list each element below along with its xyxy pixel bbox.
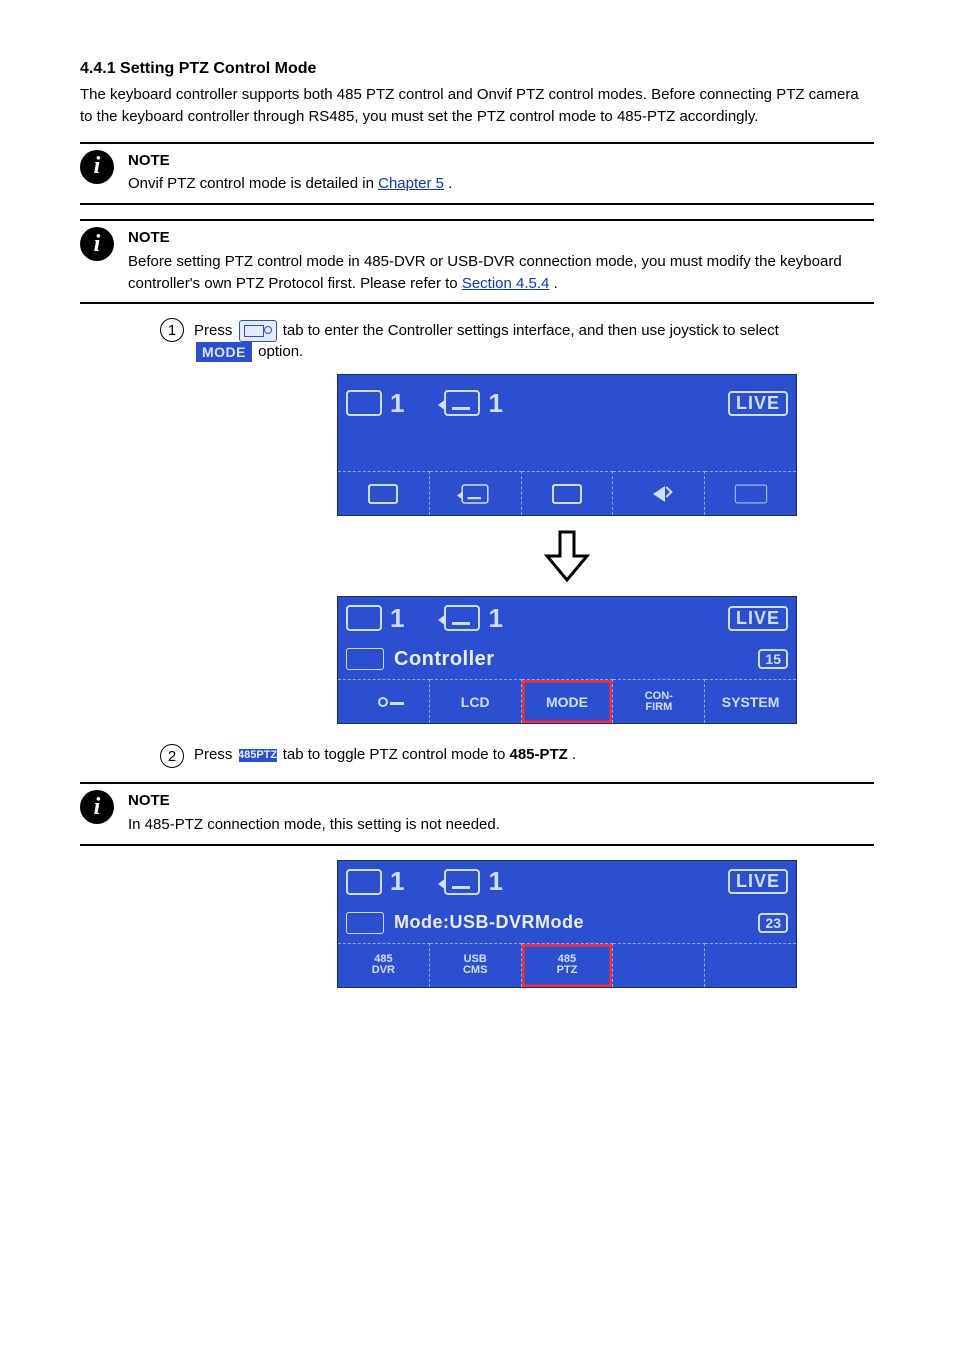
tab-lcd[interactable]: LCD bbox=[430, 679, 522, 723]
camera-icon bbox=[462, 484, 489, 504]
tab-mode[interactable]: MODE bbox=[522, 679, 614, 723]
note-block-1: i NOTE Onvif PTZ control mode is detaile… bbox=[80, 142, 874, 206]
recorder-icon bbox=[552, 484, 582, 504]
counter-badge: 23 bbox=[758, 913, 788, 933]
step-text-a: Press bbox=[194, 322, 237, 339]
live-badge: LIVE bbox=[728, 606, 788, 631]
controller-tab-strip: LCD MODE CON-FIRM SYSTEM bbox=[338, 679, 796, 723]
controller-icon bbox=[346, 648, 384, 670]
note-title: NOTE bbox=[128, 227, 874, 249]
step-text-c: option. bbox=[258, 343, 303, 360]
monitor-icon bbox=[346, 869, 382, 895]
step-text-b: tab to enter the Controller settings int… bbox=[283, 322, 779, 339]
section-link[interactable]: Section 4.5.4 bbox=[462, 275, 550, 292]
camera-number: 1 bbox=[488, 866, 502, 897]
counter-badge: 15 bbox=[758, 649, 788, 669]
note-text-tail: . bbox=[554, 275, 558, 292]
note-text: Onvif PTZ control mode is detailed in bbox=[128, 175, 378, 192]
step-2: 2 Press 485 PTZ tab to toggle PTZ contro… bbox=[160, 744, 874, 768]
icon-tab-strip bbox=[338, 471, 796, 515]
step-number: 2 bbox=[160, 744, 184, 768]
tab-key[interactable] bbox=[338, 679, 430, 723]
badge-l2: PTZ bbox=[256, 750, 277, 761]
tab-controller[interactable] bbox=[705, 471, 796, 515]
mode-tab-strip: 485DVR USBCMS 485PTZ bbox=[338, 943, 796, 987]
monitor-number: 1 bbox=[390, 866, 404, 897]
mode-badge: MODE bbox=[196, 342, 252, 362]
controller-icon bbox=[346, 912, 384, 934]
monitor-number: 1 bbox=[390, 388, 404, 419]
step-number: 1 bbox=[160, 318, 184, 342]
note-text: In 485-PTZ connection mode, this setting… bbox=[128, 816, 500, 833]
note-title: NOTE bbox=[128, 150, 874, 172]
key-icon bbox=[378, 697, 388, 707]
note-block-3: i NOTE In 485-PTZ connection mode, this … bbox=[80, 782, 874, 846]
intro-paragraph: The keyboard controller supports both 48… bbox=[80, 84, 874, 128]
tab-usb-cms[interactable]: USBCMS bbox=[430, 943, 522, 987]
camera-number: 1 bbox=[488, 388, 502, 419]
tab-empty-2 bbox=[705, 943, 796, 987]
controller-title: Controller bbox=[394, 648, 495, 671]
info-icon: i bbox=[80, 790, 114, 824]
note-title: NOTE bbox=[128, 790, 874, 812]
monitor-icon bbox=[346, 605, 382, 631]
lcd-panel-mode: 1 1 LIVE Mode:USB-DVRMode 23 485DVR USBC… bbox=[337, 860, 797, 988]
tab-empty-1 bbox=[613, 943, 705, 987]
lcd-panel-controller: 1 1 LIVE Controller 15 LCD MODE CON-FIRM… bbox=[337, 596, 797, 724]
tab-l2: DVR bbox=[372, 965, 395, 976]
controller-icon bbox=[734, 484, 766, 503]
down-arrow-icon bbox=[543, 530, 591, 582]
live-badge: LIVE bbox=[728, 869, 788, 894]
tab-l2: PTZ bbox=[557, 965, 578, 976]
tab-system[interactable]: SYSTEM bbox=[705, 679, 796, 723]
monitor-icon bbox=[346, 390, 382, 416]
tab-monitor[interactable] bbox=[338, 471, 430, 515]
chapter-link[interactable]: Chapter 5 bbox=[378, 175, 444, 192]
tab-camera[interactable] bbox=[430, 471, 522, 515]
tab-confirm[interactable]: CON-FIRM bbox=[613, 679, 705, 723]
controller-icon bbox=[239, 320, 277, 342]
note-text-tail: . bbox=[448, 175, 452, 192]
step-text-c: . bbox=[572, 746, 576, 763]
note-block-2: i NOTE Before setting PTZ control mode i… bbox=[80, 219, 874, 304]
ptz-485-badge: 485 PTZ bbox=[239, 749, 277, 762]
step-1: 1 Press tab to enter the Controller sett… bbox=[160, 318, 874, 362]
speaker-icon bbox=[653, 486, 665, 502]
camera-icon bbox=[444, 390, 480, 416]
monitor-number: 1 bbox=[390, 603, 404, 634]
info-icon: i bbox=[80, 227, 114, 261]
tab-recorder[interactable] bbox=[522, 471, 614, 515]
tab-audio[interactable] bbox=[613, 471, 705, 515]
mode-title: Mode:USB-DVRMode bbox=[394, 912, 584, 933]
badge-l1: 485 bbox=[238, 750, 256, 761]
live-badge: LIVE bbox=[728, 391, 788, 416]
tab-485-dvr[interactable]: 485DVR bbox=[338, 943, 430, 987]
step-bold: 485-PTZ bbox=[509, 746, 567, 763]
step-text-b: tab to toggle PTZ control mode to bbox=[283, 746, 510, 763]
step-text-a: Press bbox=[194, 746, 237, 763]
confirm-l2: FIRM bbox=[645, 702, 673, 713]
tab-485-ptz[interactable]: 485PTZ bbox=[522, 943, 614, 987]
section-title: 4.4.1 Setting PTZ Control Mode bbox=[80, 60, 874, 78]
monitor-icon bbox=[368, 484, 398, 504]
info-icon: i bbox=[80, 150, 114, 184]
camera-number: 1 bbox=[488, 603, 502, 634]
tab-l2: CMS bbox=[463, 965, 487, 976]
camera-icon bbox=[444, 869, 480, 895]
lcd-panel-top: 1 1 LIVE bbox=[337, 374, 797, 516]
camera-icon bbox=[444, 605, 480, 631]
